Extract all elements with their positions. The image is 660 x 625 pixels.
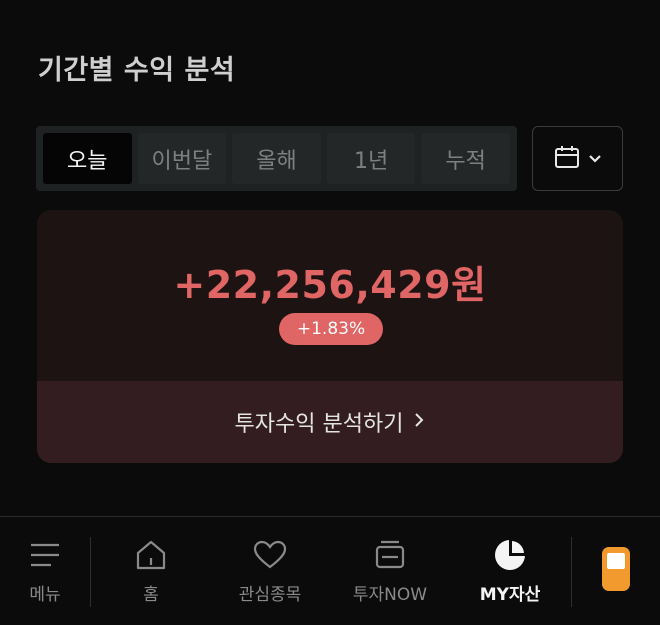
profit-analysis-link[interactable]: 투자수익 분석하기: [37, 381, 623, 463]
nav-invest-now-label: 투자NOW: [352, 585, 428, 605]
phone-icon: [601, 546, 631, 597]
pie-chart-icon: [492, 538, 528, 572]
tab-today[interactable]: 오늘: [43, 133, 132, 184]
profit-card: +22,256,429원 +1.83% 투자수익 분석하기: [37, 210, 623, 463]
nav-menu-label: 메뉴: [29, 585, 61, 605]
nav-menu[interactable]: 메뉴: [10, 517, 80, 625]
menu-icon: [27, 538, 63, 572]
profit-rate-badge: +1.83%: [279, 313, 383, 345]
page: 기간별 수익 분석 오늘 이번달 올해 1년 누적 +22,256,429원 +…: [0, 0, 660, 625]
nav-divider: [90, 537, 91, 607]
section-title: 기간별 수익 분석: [38, 55, 236, 86]
nav-my-assets-label: MY자산: [479, 585, 541, 605]
nav-my-assets[interactable]: MY자산: [465, 517, 555, 625]
home-icon: [133, 538, 169, 572]
tab-cumulative[interactable]: 누적: [421, 133, 510, 184]
nav-home[interactable]: 홈: [110, 517, 192, 625]
chevron-right-icon: [413, 410, 425, 435]
nav-home-label: 홈: [143, 585, 159, 605]
calendar-button[interactable]: [532, 126, 623, 191]
tab-this-month[interactable]: 이번달: [137, 133, 227, 184]
period-tabs: 오늘 이번달 올해 1년 누적: [36, 126, 517, 191]
heart-icon: [252, 538, 288, 572]
nav-divider: [571, 537, 572, 607]
tab-one-year[interactable]: 1년: [326, 133, 416, 184]
profit-analysis-label: 투자수익 분석하기: [234, 412, 404, 437]
nav-favorites[interactable]: 관심종목: [222, 517, 318, 625]
calendar-icon: [554, 145, 580, 173]
quick-order-button[interactable]: [590, 517, 642, 625]
bottom-nav: 메뉴 홈 관심종목 투자NOW MY자산: [0, 516, 660, 625]
profit-amount: +22,256,429원: [173, 263, 487, 307]
tv-icon: [372, 538, 408, 572]
nav-favorites-label: 관심종목: [238, 585, 302, 605]
tab-this-year[interactable]: 올해: [232, 133, 321, 184]
chevron-down-icon: [588, 149, 602, 168]
nav-invest-now[interactable]: 투자NOW: [340, 517, 440, 625]
